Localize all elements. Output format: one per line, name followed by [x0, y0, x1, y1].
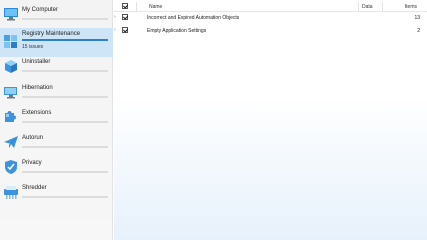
- sidebar-item-label: Uninstaller: [22, 59, 51, 65]
- row-items: 2: [417, 28, 420, 34]
- progress-track: [22, 171, 108, 173]
- column-divider: [358, 2, 359, 12]
- chevron-right-icon[interactable]: ›: [114, 27, 116, 33]
- shield-icon: [3, 159, 19, 175]
- sidebar-item-hibernation[interactable]: Hibernation: [0, 82, 113, 107]
- hibernation-monitor-icon: [3, 84, 19, 100]
- sidebar-item-label: Autorun: [22, 135, 44, 141]
- sidebar-item-privacy[interactable]: Privacy: [0, 157, 113, 182]
- column-divider: [382, 2, 383, 12]
- paper-plane-icon: [3, 134, 19, 150]
- table-row[interactable]: › Empty Application Settings 2: [114, 26, 427, 37]
- progress-track: [22, 121, 108, 123]
- registry-cubes-icon: [3, 34, 19, 50]
- shredder-icon: [3, 184, 19, 200]
- issues-count: 15 issues: [22, 44, 44, 50]
- progress-track: [22, 96, 108, 98]
- sidebar-item-shredder[interactable]: Shredder: [0, 182, 113, 207]
- table-row[interactable]: › Incorrect and Expired Automation Objec…: [114, 13, 427, 24]
- sidebar-item-extensions[interactable]: Extensions: [0, 107, 113, 132]
- progress-track: [22, 18, 108, 20]
- results-panel: Name Data Items › Incorrect and Expired …: [114, 0, 427, 240]
- progress-track: [22, 196, 108, 198]
- sidebar-item-registry-maintenance[interactable]: Registry Maintenance 15 issues: [0, 28, 113, 57]
- row-items: 13: [414, 15, 420, 21]
- uninstaller-box-icon: [3, 58, 19, 74]
- sidebar-item-label: Hibernation: [22, 85, 53, 91]
- sidebar: My Computer Registry Maintenance 15 issu…: [0, 0, 113, 240]
- table-header: Name Data Items: [114, 2, 427, 12]
- select-all-checkbox[interactable]: [122, 3, 128, 9]
- puzzle-icon: [3, 109, 19, 125]
- row-checkbox[interactable]: [122, 27, 128, 33]
- column-header-items[interactable]: Items: [405, 4, 417, 10]
- row-checkbox[interactable]: [122, 14, 128, 20]
- chevron-right-icon[interactable]: ›: [114, 14, 116, 20]
- column-header-data[interactable]: Data: [362, 4, 373, 10]
- sidebar-item-uninstaller[interactable]: Uninstaller: [0, 56, 113, 81]
- column-divider: [136, 2, 137, 12]
- progress-track: [22, 146, 108, 148]
- sidebar-item-label: My Computer: [22, 7, 59, 13]
- sidebar-item-autorun[interactable]: Autorun: [0, 132, 113, 157]
- sidebar-item-my-computer[interactable]: My Computer: [0, 4, 113, 29]
- computer-icon: [3, 6, 19, 22]
- sidebar-item-label: Privacy: [22, 160, 42, 166]
- row-name: Incorrect and Expired Automation Objects: [147, 15, 240, 21]
- progress-bar: [22, 39, 108, 41]
- column-header-name[interactable]: Name: [149, 4, 162, 10]
- progress-track: [22, 70, 108, 72]
- row-name: Empty Application Settings: [147, 28, 207, 34]
- sidebar-item-label: Extensions: [22, 110, 52, 116]
- sidebar-item-label: Shredder: [22, 185, 47, 191]
- sidebar-item-label: Registry Maintenance: [22, 31, 81, 37]
